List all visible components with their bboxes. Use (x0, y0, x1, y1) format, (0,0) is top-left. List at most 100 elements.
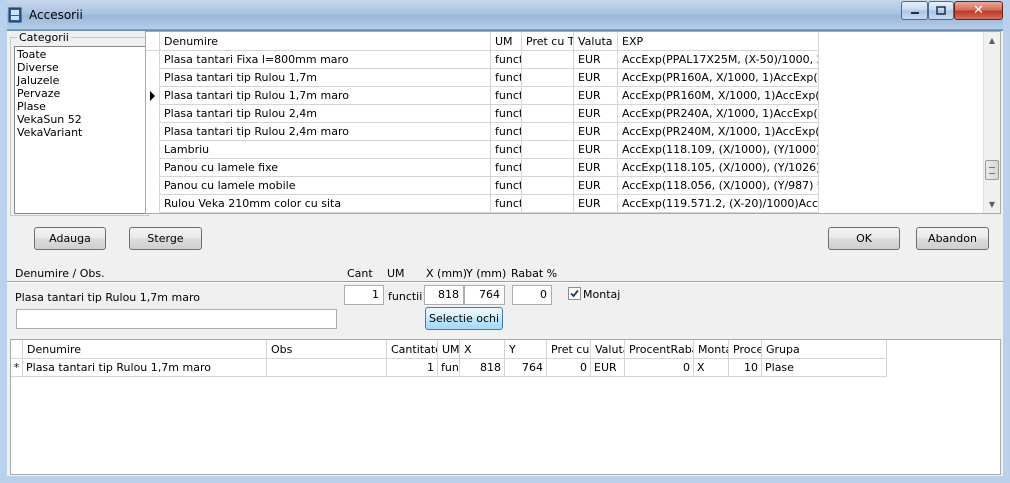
column-header-denumire[interactable]: Denumire (160, 32, 491, 51)
cell-um: functii (491, 105, 522, 123)
column-header-denumire[interactable]: Denumire (23, 340, 267, 359)
category-item[interactable]: Plase (17, 100, 144, 113)
delete-button[interactable]: Sterge (129, 227, 202, 250)
cell-pret: 0 (547, 359, 591, 377)
app-icon (8, 7, 22, 23)
table-row[interactable]: Rulou Veka 210mm color cu sita functii E… (146, 195, 819, 213)
category-item[interactable]: Jaluzele (17, 74, 144, 87)
cell-x: 818 (460, 359, 505, 377)
column-header-exp[interactable]: EXP (618, 32, 819, 51)
table-row[interactable]: * Plasa tantari tip Rulou 1,7m maro 1 fu… (11, 359, 887, 377)
catalog-grid[interactable]: Denumire UM Pret cu Ta Valuta EXP Plasa … (145, 31, 1001, 214)
category-item[interactable]: VekaVariant (17, 126, 144, 139)
column-header-obs[interactable]: Obs (267, 340, 387, 359)
montaj-checkbox[interactable] (568, 287, 581, 300)
column-header-y[interactable]: Y (505, 340, 547, 359)
cell-denumire: Plasa tantari tip Rulou 1,7m maro (23, 359, 267, 377)
table-row[interactable]: Lambriu functii EUR AccExp(118.109, (X/1… (146, 141, 819, 159)
column-header-cantitate[interactable]: Cantitate (387, 340, 438, 359)
column-header-procent-rabat[interactable]: ProcentRabat (625, 340, 694, 359)
column-header-montaj[interactable]: Montaj (694, 340, 729, 359)
checkmark-icon (570, 289, 579, 298)
table-row[interactable]: Plasa tantari tip Rulou 1,7m functii EUR… (146, 69, 819, 87)
selected-grid-header: Denumire Obs Cantitate UM X Y Pret cu T … (11, 340, 887, 359)
cell-exp: AccExp(118.109, (X/1000), (Y/1000) * 10 (618, 141, 819, 159)
cell-valuta: EUR (574, 159, 618, 177)
cell-denumire: Lambriu (160, 141, 491, 159)
scroll-up-arrow-icon[interactable]: ▲ (984, 32, 1000, 49)
selected-items-grid[interactable]: Denumire Obs Cantitate UM X Y Pret cu T … (10, 339, 1001, 475)
current-row-arrow-icon (150, 90, 155, 101)
column-header-valuta[interactable]: Valuta (591, 340, 625, 359)
cell-exp: AccExp(PR240A, X/1000, 1)AccExp(PSGA (618, 105, 819, 123)
cell-denumire: Rulou Veka 210mm color cu sita (160, 195, 491, 213)
cell-grupa: Plase (762, 359, 887, 377)
select-eye-button[interactable]: Selectie ochi (425, 307, 503, 330)
obs-input[interactable] (16, 309, 337, 329)
category-item[interactable]: Diverse (17, 61, 144, 74)
cell-pret (522, 69, 574, 87)
scroll-down-arrow-icon[interactable]: ▼ (984, 196, 1000, 213)
column-header-valuta[interactable]: Valuta (574, 32, 618, 51)
y-label: Y (mm) (466, 267, 507, 280)
category-item[interactable]: Toate (17, 48, 144, 61)
column-header-pret[interactable]: Pret cu T (547, 340, 591, 359)
table-row[interactable]: Plasa tantari tip Rulou 2,4m functii EUR… (146, 105, 819, 123)
discount-input[interactable]: 0 (512, 285, 552, 305)
column-header-procen[interactable]: Procen (729, 340, 762, 359)
cell-denumire: Plasa tantari tip Rulou 1,7m (160, 69, 491, 87)
cell-valuta: EUR (574, 105, 618, 123)
add-button[interactable]: Adauga (34, 227, 106, 250)
cell-um: functii (491, 69, 522, 87)
separator-line (7, 281, 1003, 283)
y-input[interactable]: 764 (464, 285, 505, 305)
montaj-label: Montaj (583, 288, 621, 301)
category-item[interactable]: VekaSun 52 (17, 113, 144, 126)
table-row[interactable]: Panou cu lamele mobile functii EUR AccEx… (146, 177, 819, 195)
table-row[interactable]: Plasa tantari tip Rulou 2,4m maro functi… (146, 123, 819, 141)
row-indicator (146, 123, 160, 141)
ok-button[interactable]: OK (828, 227, 900, 250)
categories-list[interactable]: Toate Diverse Jaluzele Pervaze Plase Vek… (14, 46, 147, 214)
cell-um: functii (491, 123, 522, 141)
minimize-button[interactable] (901, 1, 928, 20)
cell-denumire: Plasa tantari Fixa l=800mm maro (160, 51, 491, 69)
catalog-vertical-scrollbar[interactable]: ▲ ▼ (983, 32, 1000, 213)
table-row[interactable]: Panou cu lamele fixe functii EUR AccExp(… (146, 159, 819, 177)
cell-denumire: Panou cu lamele fixe (160, 159, 491, 177)
cell-pret (522, 123, 574, 141)
um-label: UM (387, 267, 405, 280)
cancel-button[interactable]: Abandon (916, 227, 989, 250)
table-row[interactable]: Plasa tantari Fixa l=800mm maro functii … (146, 51, 819, 69)
category-item[interactable]: Pervaze (17, 87, 144, 100)
discount-label: Rabat % (511, 267, 558, 280)
column-header-um[interactable]: UM (491, 32, 522, 51)
catalog-grid-header: Denumire UM Pret cu Ta Valuta EXP (146, 32, 819, 51)
column-header-um[interactable]: UM (438, 340, 460, 359)
x-label: X (mm) (426, 267, 468, 280)
column-header-x[interactable]: X (460, 340, 505, 359)
maximize-button[interactable] (928, 1, 954, 20)
quantity-input[interactable]: 1 (344, 285, 384, 305)
row-indicator (146, 105, 160, 123)
column-header-pret[interactable]: Pret cu Ta (522, 32, 574, 51)
cell-um: functii (491, 141, 522, 159)
scroll-thumb[interactable] (985, 160, 999, 180)
row-indicator (146, 159, 160, 177)
maximize-icon (936, 6, 946, 15)
cell-y: 764 (505, 359, 547, 377)
categories-label: Categorii (17, 31, 71, 44)
name-obs-label: Denumire / Obs. (15, 267, 105, 280)
close-icon: ✕ (973, 3, 984, 18)
cell-procent-rabat: 0 (625, 359, 694, 377)
cell-denumire: Plasa tantari tip Rulou 2,4m (160, 105, 491, 123)
x-input[interactable]: 818 (424, 285, 464, 305)
cell-valuta: EUR (574, 69, 618, 87)
current-row-indicator (146, 87, 160, 105)
row-indicator (146, 69, 160, 87)
table-row-current[interactable]: Plasa tantari tip Rulou 1,7m maro functi… (146, 87, 819, 105)
close-button[interactable]: ✕ (954, 1, 1003, 20)
cell-um: functii (491, 177, 522, 195)
column-header-grupa[interactable]: Grupa (762, 340, 887, 359)
cell-valuta: EUR (574, 123, 618, 141)
